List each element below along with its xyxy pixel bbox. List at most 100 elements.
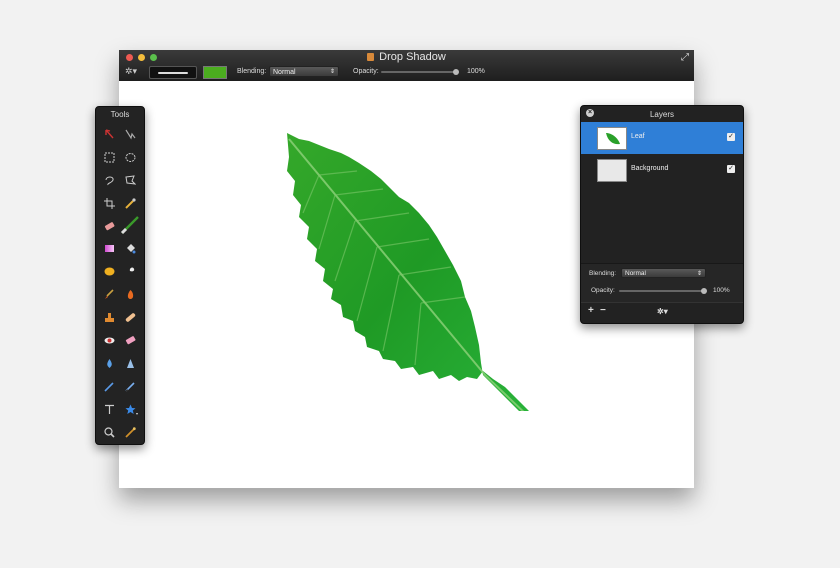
- layer-blending-select[interactable]: Normal ⇕: [621, 268, 706, 278]
- rect-marquee-icon: [104, 152, 115, 163]
- layer-opacity-value: 100%: [713, 287, 730, 294]
- window-title: Drop Shadow: [119, 51, 694, 63]
- layer-opacity-slider[interactable]: [619, 290, 703, 292]
- pen-icon: [104, 382, 114, 392]
- layer-blending-label: Blending:: [589, 270, 617, 277]
- blending-label: Blending:: [237, 68, 267, 75]
- tool-paintbrush[interactable]: [120, 215, 141, 238]
- text-icon: [105, 404, 114, 414]
- tool-move[interactable]: [120, 123, 141, 146]
- tool-paint-bucket[interactable]: [120, 237, 141, 260]
- smudge-icon: [128, 267, 135, 277]
- crop-icon: [104, 197, 115, 209]
- tool-color-picker[interactable]: [120, 421, 141, 444]
- tool-burn[interactable]: [120, 283, 141, 306]
- layer-visibility-checkbox[interactable]: ✓: [727, 165, 735, 173]
- eyedropper-icon: [125, 198, 136, 209]
- tool-text[interactable]: [99, 398, 120, 421]
- blur-drop-icon: [107, 358, 112, 368]
- tool-shape[interactable]: [120, 398, 141, 421]
- eraser-icon: [104, 221, 115, 230]
- tool-polygon-lasso[interactable]: [120, 169, 141, 192]
- bandage-icon: [125, 313, 136, 322]
- tool-arrow-select[interactable]: [99, 123, 120, 146]
- tool-gradient[interactable]: [99, 237, 120, 260]
- tool-pencil[interactable]: [120, 375, 141, 398]
- layer-thumbnail: [597, 159, 627, 182]
- tool-sharpen[interactable]: [120, 352, 141, 375]
- document-icon: [367, 53, 375, 61]
- leaf-thumbnail-icon: [606, 133, 620, 145]
- titlebar: Drop Shadow ⤢ ✲▾ Blending: Normal ⇕ Opac…: [119, 50, 694, 82]
- select-arrows-icon: ⇕: [696, 271, 702, 277]
- fullscreen-icon[interactable]: ⤢: [681, 52, 689, 63]
- layer-row-background[interactable]: Background ✓: [581, 154, 743, 186]
- lasso-icon: [105, 176, 114, 186]
- layers-footer: + − ✲▾: [581, 302, 743, 324]
- sharpen-icon: [127, 358, 134, 368]
- add-layer-button[interactable]: +: [588, 305, 594, 316]
- layer-gear-icon[interactable]: ✲▾: [657, 307, 668, 316]
- gear-menu-icon[interactable]: ✲▾: [125, 66, 137, 77]
- leaf-image: [287, 133, 529, 411]
- blending-select-value: Normal: [273, 69, 296, 76]
- pink-eraser-icon: [125, 336, 136, 345]
- tool-bandage[interactable]: [120, 306, 141, 329]
- remove-layer-button[interactable]: −: [600, 305, 606, 316]
- tool-brush[interactable]: [99, 283, 120, 306]
- layer-thumbnail: [597, 127, 627, 150]
- layer-blending-value: Normal: [625, 270, 646, 277]
- layer-opacity-slider-knob[interactable]: [701, 288, 707, 294]
- tool-pen[interactable]: [99, 375, 120, 398]
- layer-name: Background: [631, 165, 669, 172]
- tool-blur[interactable]: [99, 352, 120, 375]
- red-eye-icon: [104, 337, 115, 344]
- arrow-select-icon: [105, 129, 114, 139]
- layer-visibility-checkbox[interactable]: ✓: [727, 133, 735, 141]
- paint-bucket-icon: [127, 244, 136, 254]
- tool-eyedropper[interactable]: [120, 192, 141, 215]
- layers-panel: × Layers Leaf ✓ Background ✓ Blending: N…: [580, 105, 744, 324]
- polygon-lasso-icon: [125, 175, 136, 185]
- select-arrows-icon: ⇕: [329, 69, 335, 75]
- tool-grid: [99, 123, 141, 443]
- brush-preview[interactable]: [149, 66, 197, 79]
- sponge-icon: [104, 267, 115, 276]
- blending-select[interactable]: Normal ⇕: [269, 66, 339, 77]
- ellipse-marquee-icon: [125, 152, 136, 162]
- tool-eraser[interactable]: [99, 215, 120, 238]
- layer-name: Leaf: [631, 133, 645, 140]
- paintbrush-icon: [120, 215, 139, 234]
- opacity-value: 100%: [467, 68, 485, 75]
- tool-lasso[interactable]: [99, 169, 120, 192]
- layers-panel-title: Layers: [649, 110, 674, 119]
- move-icon: [125, 129, 136, 140]
- tool-ellipse-marquee[interactable]: [120, 146, 141, 169]
- opacity-slider-knob[interactable]: [453, 69, 459, 75]
- shape-star-icon: [125, 404, 138, 415]
- tool-crop[interactable]: [99, 192, 120, 215]
- tool-red-eye[interactable]: [99, 329, 120, 352]
- tools-panel: Tools: [95, 106, 145, 445]
- gradient-icon: [105, 245, 114, 253]
- burn-icon: [127, 290, 134, 300]
- tool-zoom[interactable]: [99, 421, 120, 444]
- tool-smudge[interactable]: [120, 260, 141, 283]
- toolbar: ✲▾ Blending: Normal ⇕ Opacity: 100%: [119, 65, 694, 80]
- layer-opacity-label: Opacity:: [591, 287, 615, 294]
- color-picker-icon: [125, 426, 136, 438]
- color-well[interactable]: [203, 66, 227, 79]
- tool-sponge[interactable]: [99, 260, 120, 283]
- tool-rect-marquee[interactable]: [99, 146, 120, 169]
- brush-icon: [105, 289, 114, 300]
- pencil-icon: [125, 382, 135, 392]
- tool-stamp[interactable]: [99, 306, 120, 329]
- zoom-icon: [104, 426, 115, 438]
- stamp-icon: [105, 313, 114, 323]
- opacity-label: Opacity:: [353, 68, 379, 75]
- window-title-text: Drop Shadow: [379, 51, 446, 63]
- tools-panel-title: Tools: [110, 110, 130, 119]
- tool-pink-eraser[interactable]: [120, 329, 141, 352]
- layer-row-leaf[interactable]: Leaf ✓: [581, 122, 743, 154]
- opacity-slider[interactable]: [381, 71, 457, 73]
